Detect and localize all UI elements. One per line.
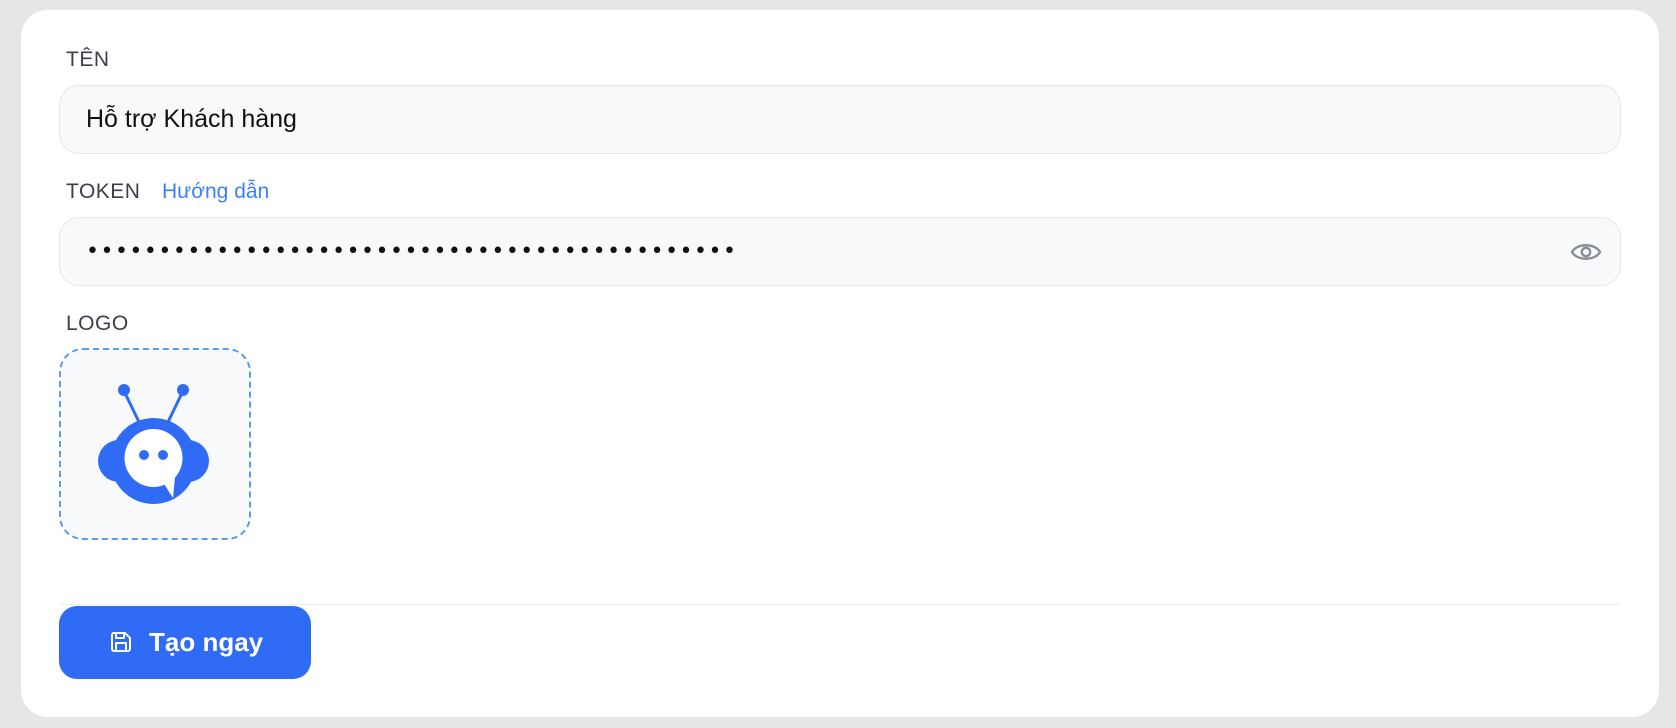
footer-divider bbox=[59, 604, 1621, 605]
create-bot-form-card: TÊN TOKEN Hướng dẫn ••••••••••••••••••••… bbox=[21, 10, 1659, 717]
token-guide-link[interactable]: Hướng dẫn bbox=[162, 180, 269, 204]
token-masked-value: ••••••••••••••••••••••••••••••••••••••••… bbox=[86, 239, 738, 264]
token-label: TOKEN bbox=[66, 180, 141, 203]
logo-label: LOGO bbox=[66, 312, 129, 335]
save-icon bbox=[111, 632, 131, 652]
token-field[interactable]: ••••••••••••••••••••••••••••••••••••••••… bbox=[59, 217, 1621, 286]
name-input[interactable] bbox=[86, 86, 1546, 153]
eye-icon[interactable] bbox=[1570, 238, 1602, 266]
name-field-container bbox=[59, 85, 1621, 154]
create-now-button[interactable]: Tạo ngay bbox=[59, 606, 311, 679]
chatbot-robot-icon bbox=[98, 384, 209, 504]
create-now-label: Tạo ngay bbox=[149, 627, 264, 657]
logo-upload-box[interactable] bbox=[59, 348, 251, 540]
name-label: TÊN bbox=[66, 48, 110, 71]
